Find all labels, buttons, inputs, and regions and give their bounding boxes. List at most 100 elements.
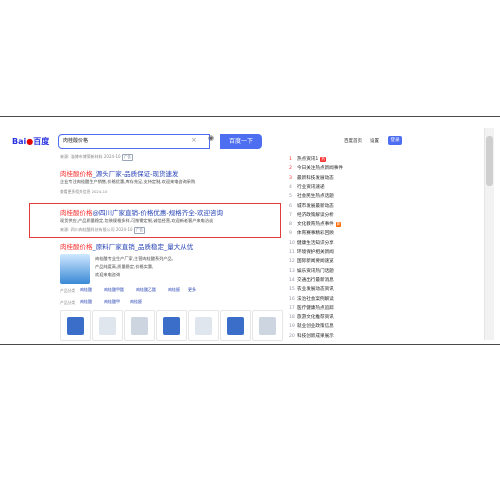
product-tab[interactable]: 肉桂酸 [80,299,92,305]
search-button[interactable]: 百度一下 [220,134,262,149]
result3-desc-2: 产品纯度高,质量稳定,价格实惠, [95,264,154,269]
hot-item-text: 今日关注热点新闻事件 [297,166,343,172]
hot-item-badge: 热 [320,157,326,162]
product-jar-icon [227,317,244,335]
camera-icon[interactable]: ◉ [205,134,217,149]
bottom-divider [0,344,500,345]
result1-title-rest: _源头厂家-品质保证-现货速发 [92,170,179,178]
product-tab[interactable]: 肉桂醛 [168,287,180,293]
hot-list-item[interactable]: 16 法治社会案例解读 [289,296,334,302]
hot-list-item[interactable]: 4 行业资讯速递 [289,184,325,190]
hot-rank-number: 8 [289,222,292,228]
product-card[interactable] [220,310,251,341]
hot-list-item[interactable]: 12 国际新闻要闻速览 [289,258,334,264]
hot-item-text: 最新科技发展动态 [297,175,334,181]
ad-badge: 广告 [133,227,145,234]
hot-list-item[interactable]: 18 旅游文化推荐资讯 [289,314,334,320]
hot-rank-number: 13 [289,268,295,274]
product-tab[interactable]: 肉桂酸 [80,287,92,293]
result2-source-text: 来源: 四川肉桂酸科技有限公司 2024-10 [60,227,133,232]
scrollbar[interactable] [484,128,494,340]
hot-item-text: 城市发展最新动态 [297,203,334,209]
login-button[interactable]: 登录 [388,136,402,145]
result3-title-rest: _原料厂家直销_品质稳定_量大从优 [92,243,194,251]
hot-item-text: 科技创新成果展示 [297,333,334,339]
settings-link[interactable]: 设置 [370,138,379,144]
result2-title-rest: @四川广家直销-价格优惠-规格齐全-欢迎咨询 [92,209,224,217]
hot-list-item[interactable]: 2 今日关注热点新闻事件 [289,165,343,171]
product-jar-icon [163,317,180,335]
hot-rank-number: 11 [289,250,295,255]
hot-list-item[interactable]: 17 医疗健康热点追踪 [289,305,334,311]
hot-item-text: 农业发展动态资讯 [297,287,334,293]
hot-rank-number: 17 [289,305,295,311]
hot-list-item[interactable]: 20 科技创新成果展示 [289,333,334,339]
hot-item-text: 社会民生热点话题 [297,194,334,200]
hot-item-text: 国际新闻要闻速览 [297,259,334,265]
product-tab[interactable]: 更多 [188,287,196,293]
product-card[interactable] [60,310,91,341]
baidu-logo[interactable]: Bai●百度 [12,136,50,148]
hot-list-item[interactable]: 15 农业发展动态资讯 [289,286,334,292]
product-tab[interactable]: 肉桂醛 [130,299,142,305]
result2-source: 来源: 四川肉桂酸科技有限公司 2024-10 广告 [60,227,145,234]
result3-title-highlight: 肉桂酸价格 [60,243,93,251]
product-tab[interactable]: 肉桂酸乙酯 [136,287,156,293]
hot-item-text: 热点资讯1 [297,157,319,162]
product-jar-icon [131,317,148,335]
result1-source: 来源: 淄博市博荣新材料 2024-10 广告 [60,154,133,161]
product-tab[interactable]: 肉桂酸甲酯 [104,287,124,293]
hot-item-text: 娱乐资讯热门话题 [297,268,334,274]
product-card[interactable] [252,310,283,341]
scroll-thumb[interactable] [486,136,493,186]
product-image[interactable] [60,254,90,284]
hot-rank-number: 9 [289,231,292,237]
product-card[interactable] [124,310,155,341]
product-card[interactable] [92,310,123,341]
result1-tags: 查看更多相关信息 2024-10 [60,189,108,194]
hot-list-item[interactable]: 8 文化教育热点事件新 [289,221,342,228]
hot-list-item[interactable]: 3 最新科技发展动态 [289,175,334,181]
hot-rank-number: 1 [289,157,292,162]
hot-list-item[interactable]: 13 娱乐资讯热门话题 [289,268,334,274]
result2-desc: 现货供应,产品质量稳定,包装规格多样,可按需定制,诚信经营,欢迎新老客户来电洽谈 [60,218,214,223]
search-input[interactable]: 肉桂酸价格 × [58,134,210,149]
hot-item-text: 经济政策解读分析 [297,212,334,218]
top-divider [0,116,500,117]
hot-list-item[interactable]: 11 环境保护相关新闻 [289,249,334,255]
hot-list-item[interactable]: 7 经济政策解读分析 [289,212,334,218]
hot-list-item[interactable]: 1 热点资讯1 热 [289,156,326,162]
product-tab[interactable]: 肉桂酸甲 [104,299,120,305]
logo-suffix: 百度 [33,137,50,146]
result3-desc-1: 肉桂酸专业生产厂家,主营肉桂酸系列产品, [95,256,174,261]
hot-rank-number: 5 [289,194,292,200]
hot-list-item[interactable]: 9 体育赛事精彩回顾 [289,230,334,236]
hot-item-text: 法治社会案例解读 [297,296,334,302]
hot-list-item[interactable]: 14 交通出行最新消息 [289,277,334,283]
hot-item-text: 环境保护相关新闻 [297,250,334,255]
hot-item-text: 交通出行最新消息 [297,277,334,283]
home-link[interactable]: 百度首页 [344,138,362,144]
hot-rank-number: 2 [289,166,292,172]
result2-title[interactable]: 肉桂酸价格@四川广家直销-价格优惠-规格齐全-欢迎咨询 [60,207,223,217]
hot-item-text: 旅游文化推荐资讯 [297,315,334,321]
result1-title[interactable]: 肉桂酸价格_源头厂家-品质保证-现货速发 [60,168,178,178]
product-jar-icon [259,317,276,335]
hot-list-item[interactable]: 5 社会民生热点话题 [289,193,334,199]
logo-text: Bai [12,137,27,146]
hot-rank-number: 6 [289,203,292,209]
hot-item-text: 行业资讯速递 [297,184,325,190]
hot-list-item[interactable]: 19 就业创业政策信息 [289,323,334,329]
product-card[interactable] [188,310,219,341]
hot-item-text: 文化教育热点事件 [297,222,334,228]
hot-rank-number: 10 [289,240,295,246]
ad-badge: 广告 [121,154,133,161]
product-card[interactable] [156,310,187,341]
hot-rank-number: 3 [289,175,292,181]
result3-title[interactable]: 肉桂酸价格_原料厂家直销_品质稳定_量大从优 [60,241,193,251]
hot-rank-number: 4 [289,184,292,190]
close-icon[interactable]: × [191,136,197,144]
hot-list-item[interactable]: 10 健康生活知识分享 [289,240,334,246]
result1-title-highlight: 肉桂酸价格 [60,170,93,178]
hot-list-item[interactable]: 6 城市发展最新动态 [289,203,334,209]
